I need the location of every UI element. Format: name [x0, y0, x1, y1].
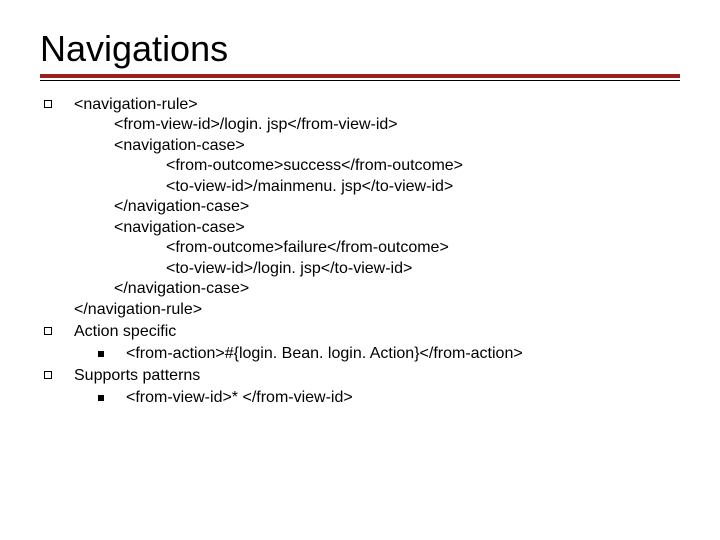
list-item-content: Action specific <from-action>#{login. Be… [74, 322, 680, 364]
sub-list-item: <from-action>#{login. Bean. login. Actio… [74, 344, 680, 364]
square-bullet-icon [44, 327, 52, 335]
code-line: </navigation-case> [74, 197, 680, 217]
slide-body: <navigation-rule> <from-view-id>/login. … [40, 95, 680, 408]
code-line: <from-view-id>/login. jsp</from-view-id> [74, 115, 680, 135]
code-line: <navigation-case> [74, 136, 680, 156]
bullet-heading: Supports patterns [74, 366, 680, 386]
list-item-content: Supports patterns <from-view-id>* </from… [74, 366, 680, 408]
code-line: <to-view-id>/mainmenu. jsp</to-view-id> [74, 177, 680, 197]
rule-thin [40, 80, 680, 81]
square-bullet-filled-icon [98, 351, 104, 357]
title-rule [40, 74, 680, 81]
code-line: </navigation-rule> [74, 300, 680, 320]
code-line: </navigation-case> [74, 279, 680, 299]
bullet-heading: Action specific [74, 322, 680, 342]
code-line: <from-outcome>success</from-outcome> [74, 156, 680, 176]
code-line: <from-outcome>failure</from-outcome> [74, 238, 680, 258]
code-line: <from-action>#{login. Bean. login. Actio… [126, 344, 523, 364]
code-line: <from-view-id>* </from-view-id> [126, 388, 353, 408]
page-title: Navigations [40, 28, 680, 70]
code-line: <to-view-id>/login. jsp</to-view-id> [74, 259, 680, 279]
list-item: Action specific <from-action>#{login. Be… [44, 322, 680, 364]
square-bullet-icon [44, 100, 52, 108]
list-item: Supports patterns <from-view-id>* </from… [44, 366, 680, 408]
list-item-content: <navigation-rule> <from-view-id>/login. … [74, 95, 680, 320]
list-item: <navigation-rule> <from-view-id>/login. … [44, 95, 680, 320]
code-line: <navigation-case> [74, 218, 680, 238]
square-bullet-icon [44, 371, 52, 379]
sub-list-item: <from-view-id>* </from-view-id> [74, 388, 680, 408]
code-line: <navigation-rule> [74, 95, 680, 115]
slide: Navigations <navigation-rule> <from-view… [0, 0, 720, 540]
rule-thick [40, 74, 680, 78]
square-bullet-filled-icon [98, 395, 104, 401]
